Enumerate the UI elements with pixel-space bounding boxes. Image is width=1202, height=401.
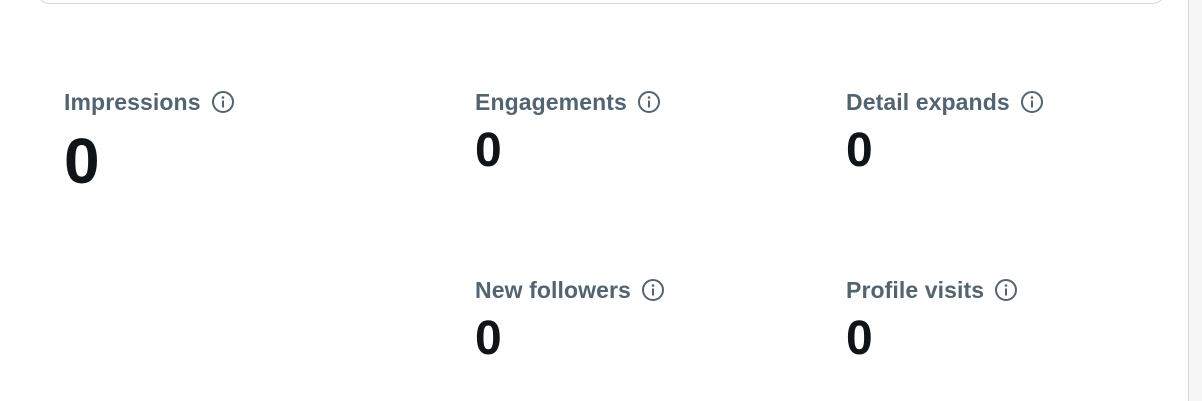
metric-label-impressions: Impressions: [64, 88, 201, 115]
metric-label-row: New followers: [475, 275, 665, 305]
post-analytics-panel: Impressions 0 Engagements 0 Detail expan…: [0, 0, 1202, 401]
metric-label-row: Detail expands: [846, 87, 1044, 117]
top-card-border: [36, 0, 1166, 4]
metric-value-detail-expands: 0: [846, 124, 873, 177]
scrollbar-track[interactable]: [1188, 0, 1202, 401]
metric-label-detail-expands: Detail expands: [846, 88, 1010, 115]
info-icon[interactable]: [641, 278, 665, 302]
metric-label-row: Profile visits: [846, 275, 1018, 305]
metric-profile-visits: Profile visits 0: [846, 275, 1018, 363]
metric-value-new-followers: 0: [475, 312, 502, 365]
info-icon[interactable]: [637, 90, 661, 114]
metric-label-row: Impressions: [64, 87, 235, 117]
info-icon[interactable]: [211, 90, 235, 114]
metric-label-row: Engagements: [475, 87, 661, 117]
metric-label-new-followers: New followers: [475, 276, 631, 303]
metric-value-profile-visits: 0: [846, 312, 873, 365]
metric-value-engagements: 0: [475, 124, 502, 177]
metric-label-profile-visits: Profile visits: [846, 276, 985, 303]
metric-value-impressions: 0: [64, 125, 100, 197]
metric-detail-expands: Detail expands 0: [846, 87, 1044, 175]
metric-impressions: Impressions 0: [64, 87, 235, 193]
metric-engagements: Engagements 0: [475, 87, 661, 175]
metric-label-engagements: Engagements: [475, 88, 627, 115]
info-icon[interactable]: [1020, 90, 1044, 114]
metric-new-followers: New followers 0: [475, 275, 665, 363]
info-icon[interactable]: [994, 278, 1018, 302]
